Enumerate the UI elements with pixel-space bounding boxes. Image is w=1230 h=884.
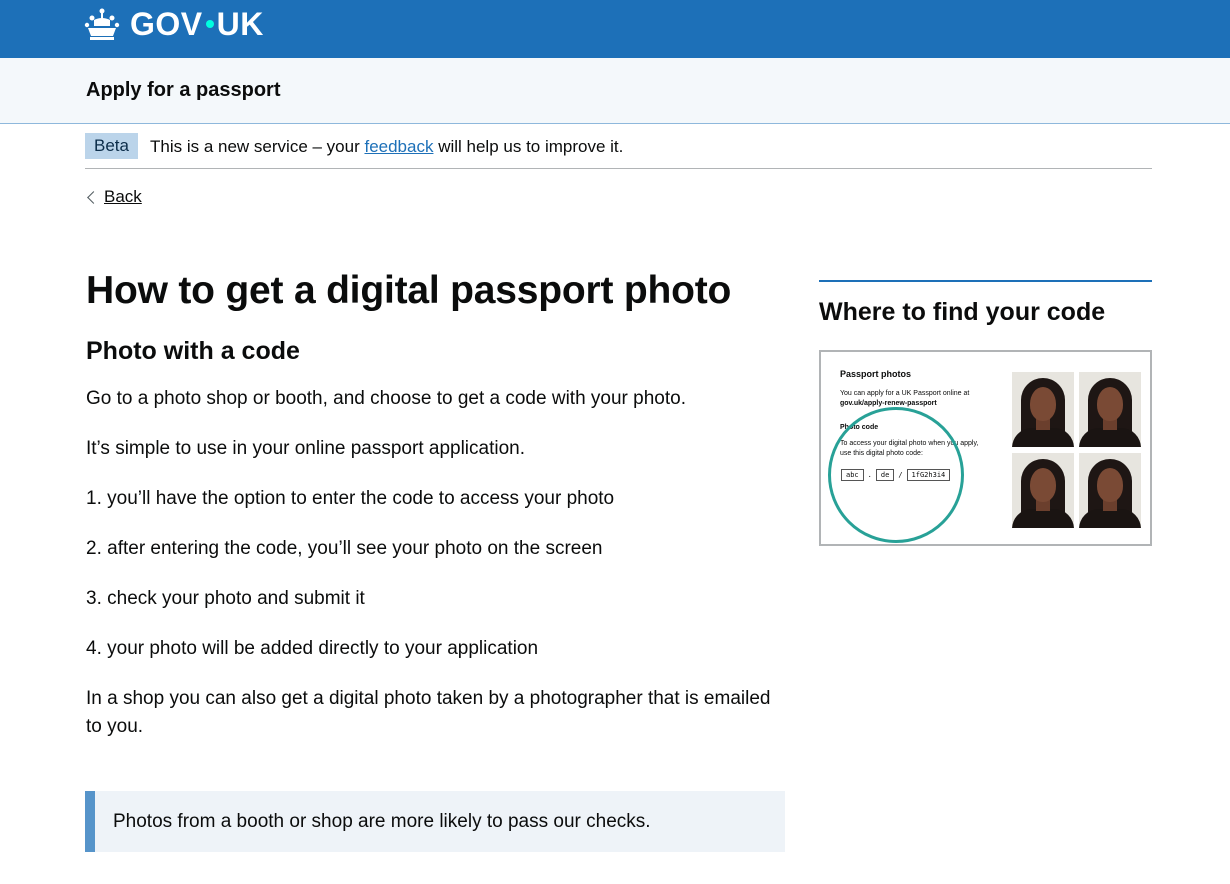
passport-photo: [1079, 453, 1141, 528]
highlight-circle: [828, 407, 964, 543]
section-heading: Photo with a code: [86, 337, 300, 365]
example-title: Passport photos: [840, 369, 912, 379]
govuk-logo-link[interactable]: GOV UK: [84, 4, 264, 44]
inset-text-content: Photos from a booth or shop are more lik…: [113, 811, 651, 832]
step-4: 4. your photo will be added directly to …: [86, 638, 539, 659]
phase-banner: Beta This is a new service – your feedba…: [85, 133, 1152, 169]
photo-code-example-image: Passport photos You can apply for a UK P…: [819, 350, 1152, 546]
govuk-header: GOV UK: [0, 0, 1230, 58]
service-name-link[interactable]: Apply for a passport: [86, 78, 280, 102]
phase-text-after: will help us to improve it.: [433, 137, 624, 156]
logo-dot-icon: [205, 19, 214, 28]
phase-tag: Beta: [85, 133, 138, 159]
related-sidebar: Where to find your code Passport photos …: [819, 280, 1152, 546]
chevron-left-icon: [87, 190, 100, 204]
paragraph-intro: Go to a photo shop or booth, and choose …: [86, 388, 686, 409]
paragraph-photographer: In a shop you can also get a digital pho…: [86, 688, 771, 737]
back-link-label: Back: [104, 187, 142, 206]
main-content: How to get a digital passport photo Phot…: [86, 265, 786, 763]
service-navigation: Apply for a passport: [0, 58, 1230, 124]
crown-icon: [84, 6, 120, 42]
sidebar-heading: Where to find your code: [819, 298, 1106, 326]
step-3: 3. check your photo and submit it: [86, 588, 365, 609]
passport-photo-grid: [1012, 372, 1141, 528]
back-link[interactable]: Back: [86, 185, 142, 209]
govuk-logo-text: GOV UK: [130, 6, 264, 42]
inset-text: Photos from a booth or shop are more lik…: [85, 791, 785, 852]
page-title: How to get a digital passport photo: [86, 269, 732, 312]
paragraph-simple: It’s simple to use in your online passpo…: [86, 438, 526, 459]
feedback-link[interactable]: feedback: [364, 137, 433, 156]
example-line-1: You can apply for a UK Passport online a…: [840, 390, 970, 397]
step-2: 2. after entering the code, you’ll see y…: [86, 538, 603, 559]
passport-photo: [1012, 453, 1074, 528]
phase-text-before: This is a new service – your: [150, 137, 365, 156]
passport-photo: [1079, 372, 1141, 447]
step-1: 1. you’ll have the option to enter the c…: [86, 488, 615, 509]
phase-banner-text: This is a new service – your feedback wi…: [150, 135, 623, 159]
passport-photo: [1012, 372, 1074, 447]
